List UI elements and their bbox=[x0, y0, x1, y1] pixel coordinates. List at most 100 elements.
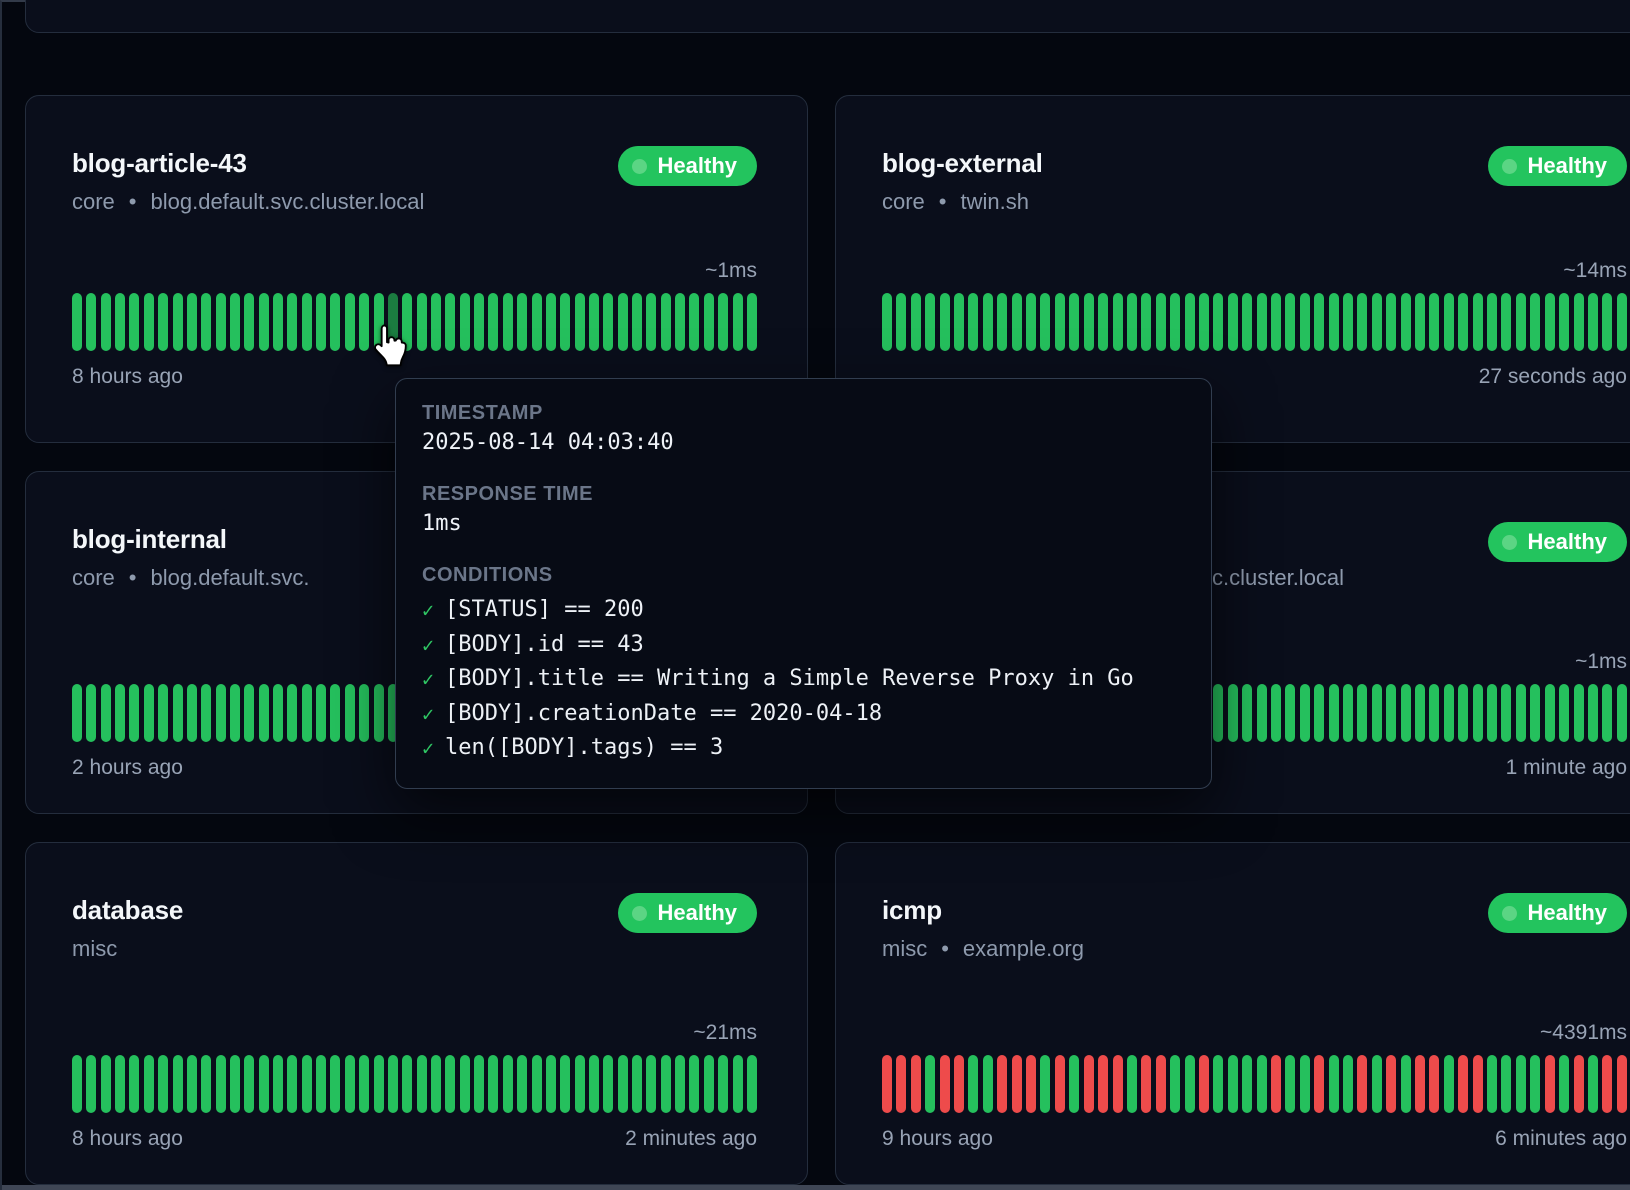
status-bar-down[interactable] bbox=[1602, 1055, 1612, 1113]
status-bar-up[interactable] bbox=[144, 1055, 154, 1113]
status-bar-up[interactable] bbox=[115, 684, 125, 742]
status-bar-up[interactable] bbox=[1516, 684, 1526, 742]
status-bar-up[interactable] bbox=[1501, 1055, 1511, 1113]
status-bar-up[interactable] bbox=[129, 684, 139, 742]
status-bar-up[interactable] bbox=[1242, 293, 1252, 351]
status-bar-up[interactable] bbox=[1545, 293, 1555, 351]
status-bar-up[interactable] bbox=[718, 1055, 728, 1113]
status-bar-up[interactable] bbox=[925, 1055, 935, 1113]
status-bar-up[interactable] bbox=[230, 684, 240, 742]
status-bar-up[interactable] bbox=[675, 1055, 685, 1113]
status-bar-up[interactable] bbox=[560, 1055, 570, 1113]
status-bar-up[interactable] bbox=[954, 293, 964, 351]
status-bar-up[interactable] bbox=[1228, 1055, 1238, 1113]
status-bar-up[interactable] bbox=[273, 293, 283, 351]
status-bar-up[interactable] bbox=[1213, 1055, 1223, 1113]
status-bar-up[interactable] bbox=[230, 1055, 240, 1113]
status-bar-up[interactable] bbox=[689, 293, 699, 351]
status-bar-up[interactable] bbox=[86, 1055, 96, 1113]
status-bar-up[interactable] bbox=[704, 293, 714, 351]
status-bar-up[interactable] bbox=[1559, 293, 1569, 351]
status-bar-up[interactable] bbox=[1372, 684, 1382, 742]
status-bar-up[interactable] bbox=[216, 1055, 226, 1113]
status-bar-up[interactable] bbox=[302, 1055, 312, 1113]
status-bar-up[interactable] bbox=[1242, 1055, 1252, 1113]
status-bar-up[interactable] bbox=[1257, 293, 1267, 351]
status-bar-up[interactable] bbox=[244, 684, 254, 742]
status-bar-up[interactable] bbox=[1458, 293, 1468, 351]
status-bar-up[interactable] bbox=[1170, 1055, 1180, 1113]
status-bar-up[interactable] bbox=[675, 293, 685, 351]
status-bar-up[interactable] bbox=[1487, 1055, 1497, 1113]
status-bar-up[interactable] bbox=[1213, 293, 1223, 351]
status-bar-up[interactable] bbox=[330, 293, 340, 351]
status-bar-up[interactable] bbox=[201, 1055, 211, 1113]
status-bar-down[interactable] bbox=[1545, 1055, 1555, 1113]
status-bar-down[interactable] bbox=[1141, 1055, 1151, 1113]
status-bar-up[interactable] bbox=[968, 1055, 978, 1113]
status-bar-up[interactable] bbox=[1257, 1055, 1267, 1113]
status-bar-down[interactable] bbox=[1386, 1055, 1396, 1113]
status-bar-down[interactable] bbox=[997, 1055, 1007, 1113]
status-bar-up[interactable] bbox=[1228, 293, 1238, 351]
status-bar-up[interactable] bbox=[1127, 1055, 1137, 1113]
status-bar-up[interactable] bbox=[589, 293, 599, 351]
status-bar-down[interactable] bbox=[954, 1055, 964, 1113]
status-bar-up[interactable] bbox=[460, 1055, 470, 1113]
status-bar-up[interactable] bbox=[345, 1055, 355, 1113]
status-bar-up[interactable] bbox=[187, 293, 197, 351]
status-bar-up[interactable] bbox=[259, 684, 269, 742]
status-bar-up[interactable] bbox=[374, 1055, 384, 1113]
status-bar-up[interactable] bbox=[1473, 293, 1483, 351]
status-bar-up[interactable] bbox=[72, 293, 82, 351]
status-bar-up[interactable] bbox=[1271, 684, 1281, 742]
status-bar-up[interactable] bbox=[1401, 684, 1411, 742]
status-bar-up[interactable] bbox=[1040, 293, 1050, 351]
status-bar-up[interactable] bbox=[618, 1055, 628, 1113]
status-bar-up[interactable] bbox=[359, 684, 369, 742]
status-bar-up[interactable] bbox=[546, 293, 556, 351]
status-bar-up[interactable] bbox=[1285, 1055, 1295, 1113]
status-bar-up[interactable] bbox=[1588, 293, 1598, 351]
status-bar-up[interactable] bbox=[1285, 293, 1295, 351]
status-bar-up[interactable] bbox=[1343, 684, 1353, 742]
status-bar-up[interactable] bbox=[173, 1055, 183, 1113]
status-bar-up[interactable] bbox=[287, 1055, 297, 1113]
status-bar-up[interactable] bbox=[1559, 1055, 1569, 1113]
status-bar-up[interactable] bbox=[1012, 293, 1022, 351]
status-bar-up[interactable] bbox=[1343, 293, 1353, 351]
status-bar-down[interactable] bbox=[896, 1055, 906, 1113]
status-bar-down[interactable] bbox=[882, 1055, 892, 1113]
status-bar-up[interactable] bbox=[1300, 684, 1310, 742]
status-bar-up[interactable] bbox=[1141, 293, 1151, 351]
status-bar-up[interactable] bbox=[733, 293, 743, 351]
status-bar-up[interactable] bbox=[1228, 684, 1238, 742]
status-bar-up[interactable] bbox=[1501, 293, 1511, 351]
status-bar-up[interactable] bbox=[1444, 293, 1454, 351]
status-bar-up[interactable] bbox=[603, 1055, 613, 1113]
status-bar-up[interactable] bbox=[517, 1055, 527, 1113]
status-bar-up[interactable] bbox=[517, 293, 527, 351]
status-bar-up[interactable] bbox=[244, 293, 254, 351]
status-bar-up[interactable] bbox=[1285, 684, 1295, 742]
status-bar-up[interactable] bbox=[1113, 293, 1123, 351]
status-bar-up[interactable] bbox=[1617, 293, 1627, 351]
status-bar-up[interactable] bbox=[345, 684, 355, 742]
status-bar-up[interactable] bbox=[488, 1055, 498, 1113]
status-bar-up[interactable] bbox=[287, 293, 297, 351]
status-bar-up[interactable] bbox=[144, 684, 154, 742]
status-bar-up[interactable] bbox=[983, 293, 993, 351]
status-bar-up[interactable] bbox=[129, 293, 139, 351]
status-bar-up[interactable] bbox=[1617, 684, 1627, 742]
status-bar-up[interactable] bbox=[1602, 684, 1612, 742]
status-bar-up[interactable] bbox=[1300, 293, 1310, 351]
status-bar-up[interactable] bbox=[646, 293, 656, 351]
status-bar-up[interactable] bbox=[201, 293, 211, 351]
status-bar-up[interactable] bbox=[316, 293, 326, 351]
status-bar-up[interactable] bbox=[1429, 293, 1439, 351]
status-bar-up[interactable] bbox=[575, 1055, 585, 1113]
status-bar-up[interactable] bbox=[259, 1055, 269, 1113]
status-bar-up[interactable] bbox=[158, 293, 168, 351]
status-bar-up[interactable] bbox=[1530, 1055, 1540, 1113]
status-bar-up[interactable] bbox=[733, 1055, 743, 1113]
